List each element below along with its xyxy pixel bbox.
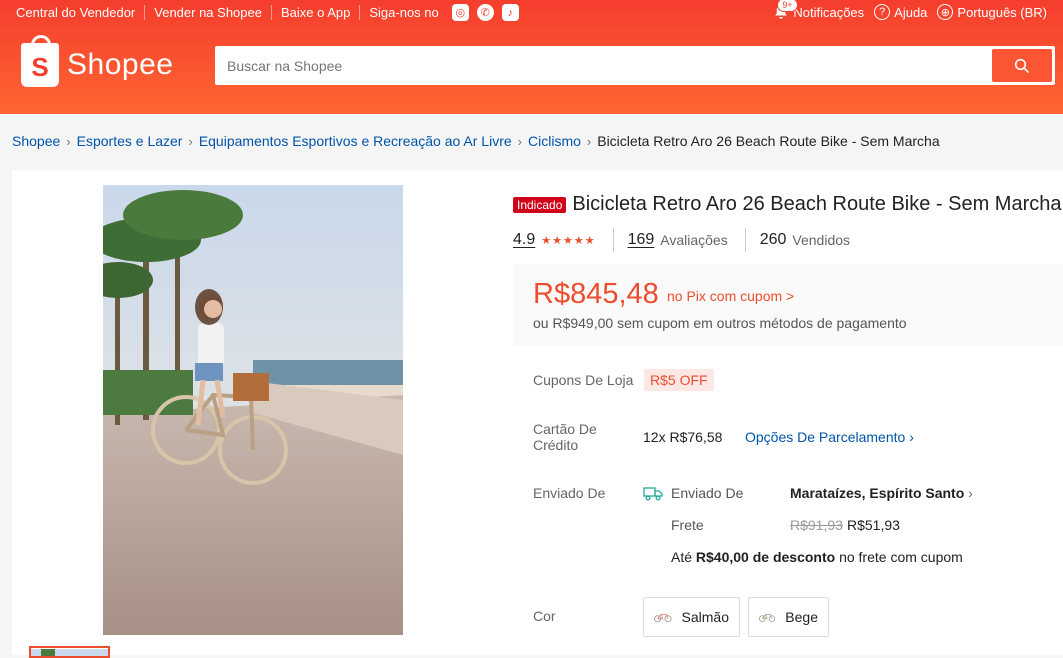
variant-salmao[interactable]: Salmão [643, 597, 740, 637]
product-title: Bicicleta Retro Aro 26 Beach Route Bike … [572, 193, 1062, 215]
coupon-badge[interactable]: R$5 OFF [644, 369, 714, 391]
help-icon: ? [874, 4, 891, 20]
installment-options-link[interactable]: Opções De Parcelamento › [745, 429, 914, 445]
bell-icon: 9+ [773, 0, 798, 20]
product-price: R$845,48 [533, 278, 659, 310]
whatsapp-icon[interactable]: ✆ [476, 4, 494, 21]
credit-card-label-line1: Cartão De [533, 421, 597, 437]
sold-label: Vendidos [792, 232, 851, 248]
help-label: Ajuda [894, 4, 928, 20]
top-links: Central do Vendedor Vender na Shopee Bai… [16, 4, 519, 21]
freight-discount: Até R$40,00 de desconto no frete com cup… [671, 549, 963, 565]
shopee-logo[interactable]: S Shopee [21, 35, 174, 87]
language-selector[interactable]: ⊕ Português (BR) [937, 4, 1047, 20]
indicado-badge: Indicado [513, 196, 567, 213]
truck-icon [643, 487, 663, 501]
social-icons: ◎ ✆ ♪ [451, 4, 519, 21]
chevron-right-icon: › [188, 133, 193, 149]
discount-prefix: Até [671, 549, 693, 565]
rating-value[interactable]: 4.9 [513, 231, 535, 249]
follow-us-label: Siga-nos no [359, 5, 447, 20]
breadcrumb-equipment[interactable]: Equipamentos Esportivos e Recreação ao A… [199, 133, 512, 149]
color-label: Cor [533, 608, 556, 624]
reviews-label: Avaliações [660, 232, 728, 248]
freight-old-price: R$91,93 [790, 517, 843, 533]
sold-count: 260 [759, 231, 787, 248]
variant-label: Bege [785, 609, 818, 625]
notifications-link[interactable]: 9+ Notificações [773, 0, 865, 20]
download-app-link[interactable]: Baixe o App [270, 5, 359, 20]
search-input[interactable] [227, 46, 987, 85]
notification-badge: 9+ [777, 0, 798, 12]
site-header: Central do Vendedor Vender na Shopee Bai… [0, 0, 1063, 114]
chevron-right-icon: › [586, 133, 592, 149]
pix-coupon-link[interactable]: no Pix com cupom > [667, 288, 794, 304]
shopping-bag-icon: S [21, 35, 59, 87]
shipped-from-label: Enviado De [671, 485, 744, 501]
brand-name: Shopee [67, 48, 174, 81]
help-link[interactable]: ? Ajuda [874, 4, 927, 20]
discount-suffix: no frete com cupom [839, 549, 963, 565]
variant-label: Salmão [681, 609, 729, 625]
tiktok-icon[interactable]: ♪ [501, 4, 519, 21]
top-navbar: Central do Vendedor Vender na Shopee Bai… [0, 0, 1063, 24]
globe-icon: ⊕ [937, 4, 954, 20]
notifications-label: Notificações [793, 4, 865, 20]
discount-value: R$40,00 de desconto [695, 549, 836, 565]
divider [612, 228, 614, 252]
freight-new-price: R$51,93 [847, 517, 900, 533]
breadcrumb-current: Bicicleta Retro Aro 26 Beach Route Bike … [597, 133, 940, 149]
reviews-count[interactable]: 169 [628, 231, 655, 249]
sell-link[interactable]: Vender na Shopee [144, 5, 271, 20]
ship-location-text: Marataízes, Espírito Santo [790, 485, 965, 501]
search-button[interactable] [992, 49, 1052, 82]
product-image[interactable] [103, 185, 403, 635]
chevron-right-icon: › [517, 133, 522, 149]
product-stats: 4.9 ★★★★★ 169 Avaliações 260 Vendidos [513, 228, 850, 252]
instagram-icon[interactable]: ◎ [451, 4, 469, 21]
product-thumbnail[interactable] [29, 646, 110, 658]
price-box: R$845,48 no Pix com cupom > ou R$949,00 … [513, 264, 1063, 346]
breadcrumb-cycling[interactable]: Ciclismo [528, 133, 581, 149]
bicycle-icon [654, 613, 672, 623]
search-icon [1014, 58, 1029, 73]
breadcrumb-shopee[interactable]: Shopee [12, 133, 60, 149]
rating-stars-icon: ★★★★★ [541, 234, 596, 247]
shipped-label: Enviado De [533, 485, 606, 501]
top-right-nav: 9+ Notificações ? Ajuda ⊕ Português (BR) [773, 0, 1047, 20]
installments-value: 12x R$76,58 [643, 429, 723, 445]
seller-center-link[interactable]: Central do Vendedor [16, 5, 144, 20]
alternate-price: ou R$949,00 sem cupom em outros métodos … [533, 315, 907, 331]
store-coupons-label: Cupons De Loja [533, 372, 634, 388]
search-bar [215, 46, 1055, 85]
language-label: Português (BR) [957, 4, 1047, 20]
product-title-row: Indicado Bicicleta Retro Aro 26 Beach Ro… [513, 193, 1062, 216]
chevron-right-icon: › [968, 485, 973, 501]
chevron-right-icon: › [66, 133, 71, 149]
freight-label: Frete [671, 517, 704, 533]
divider [744, 228, 746, 252]
credit-card-label-line2: Crédito [533, 437, 579, 453]
breadcrumb: Shopee › Esportes e Lazer › Equipamentos… [12, 133, 940, 149]
breadcrumb-sports[interactable]: Esportes e Lazer [77, 133, 183, 149]
ship-location[interactable]: Marataízes, Espírito Santo › [790, 485, 973, 501]
variant-bege[interactable]: Bege [748, 597, 829, 637]
bicycle-icon [759, 614, 776, 622]
